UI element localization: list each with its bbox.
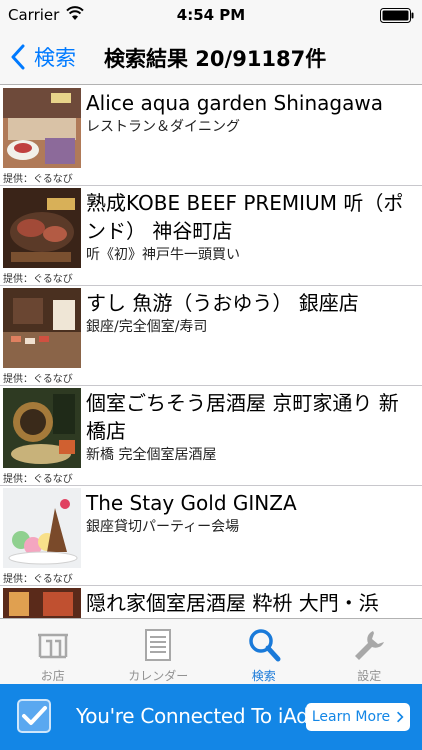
back-button-label: 検索: [34, 46, 76, 70]
wrench-icon: [355, 631, 385, 660]
back-button[interactable]: 検索: [10, 42, 76, 72]
restaurant-name: The Stay Gold GINZA: [86, 491, 297, 515]
restaurant-name: Alice aqua garden Shinagawa: [86, 91, 383, 115]
restaurant-description: 听《初》神戸牛一頭買い: [86, 247, 240, 263]
chevron-left-icon: [11, 44, 25, 70]
result-row[interactable]: 提供：ぐるなび 個室ごちそう居酒屋 京町家通り 新橋店 新橋 完全個室居酒屋: [0, 386, 422, 486]
learn-more-button[interactable]: Learn More: [306, 703, 410, 731]
status-bar: Carrier 4:54 PM: [0, 0, 422, 30]
restaurant-description: 新橋 完全個室居酒屋: [86, 447, 217, 463]
restaurant-name: 熟成KOBE BEEF PREMIUM 听（ポンド） 神谷町店: [86, 191, 404, 243]
restaurant-description: 銀座/完全個室/寿司: [86, 319, 208, 335]
iad-banner[interactable]: You're Connected To iAd Learn More: [0, 684, 422, 750]
tab-settings-label: 設定: [357, 669, 382, 683]
tab-settings[interactable]: 設定: [317, 619, 422, 685]
battery-icon: [380, 8, 414, 23]
restaurant-description: レストラン＆ダイニング: [86, 119, 240, 135]
restaurant-description: 銀座貸切パーティー会場: [86, 519, 240, 535]
learn-more-label: Learn More: [311, 709, 391, 725]
iad-message: You're Connected To iAd: [76, 704, 309, 728]
chevron-right-icon: [397, 711, 404, 723]
restaurant-name: 個室ごちそう居酒屋 京町家通り 新橋店: [86, 391, 399, 443]
page-title: 検索結果 20/91187件: [104, 47, 327, 71]
result-row[interactable]: 提供：ぐるなび Alice aqua garden Shinagawa レストラ…: [0, 86, 422, 186]
clock: 4:54 PM: [176, 6, 246, 24]
tab-shop-label: お店: [40, 669, 65, 683]
result-row[interactable]: 隠れ家個室居酒屋 粋枡 大門・浜: [0, 586, 422, 618]
restaurant-photo: [3, 188, 81, 268]
result-row[interactable]: 提供：ぐるなび 熟成KOBE BEEF PREMIUM 听（ポンド） 神谷町店 …: [0, 186, 422, 286]
restaurant-photo: [3, 488, 81, 568]
tab-calendar-label: カレンダー: [128, 669, 189, 683]
search-icon: [249, 629, 281, 662]
restaurant-name: すし 魚游（うおゆう） 銀座店: [86, 291, 359, 315]
tab-calendar[interactable]: カレンダー: [106, 619, 212, 685]
photo-credit: 提供：ぐるなび: [3, 274, 73, 285]
photo-credit: 提供：ぐるなび: [3, 174, 73, 185]
shop-icon: [37, 633, 68, 659]
results-list[interactable]: 提供：ぐるなび Alice aqua garden Shinagawa レストラ…: [0, 86, 422, 618]
tab-search[interactable]: 検索: [211, 619, 317, 685]
restaurant-photo: [3, 88, 81, 168]
restaurant-photo: [3, 388, 81, 468]
tab-shop[interactable]: お店: [0, 619, 106, 685]
restaurant-photo: [3, 288, 81, 368]
restaurant-photo: [3, 588, 81, 618]
result-row[interactable]: 提供：ぐるなび The Stay Gold GINZA 銀座貸切パーティー会場: [0, 486, 422, 586]
navigation-bar: 検索 検索結果 20/91187件: [0, 30, 422, 85]
photo-credit: 提供：ぐるなび: [3, 474, 73, 485]
photo-credit: 提供：ぐるなび: [3, 374, 73, 385]
tab-bar: お店 カレンダー 検索 設定: [0, 618, 422, 684]
photo-credit: 提供：ぐるなび: [3, 574, 73, 585]
restaurant-name: 隠れ家個室居酒屋 粋枡 大門・浜: [86, 591, 379, 615]
checkmark-icon: [17, 699, 51, 733]
calendar-icon: [145, 629, 172, 661]
tab-search-label: 検索: [251, 669, 276, 683]
result-row[interactable]: 提供：ぐるなび すし 魚游（うおゆう） 銀座店 銀座/完全個室/寿司: [0, 286, 422, 386]
